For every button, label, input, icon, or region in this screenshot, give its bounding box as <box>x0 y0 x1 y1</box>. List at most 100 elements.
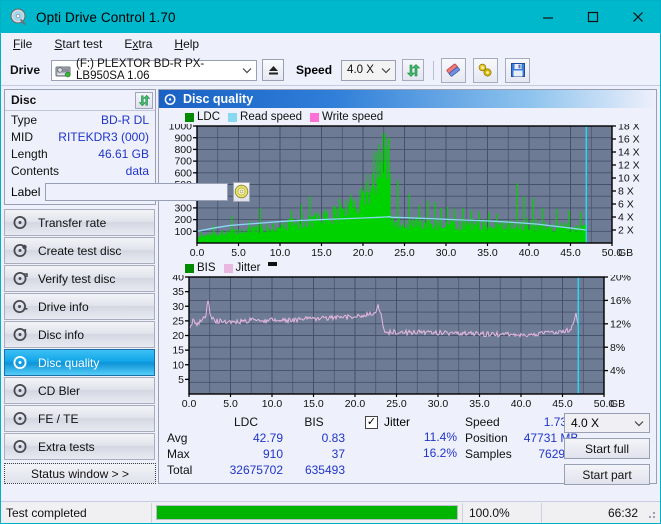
disc-contents-value: data <box>125 163 149 178</box>
svg-text:12%: 12% <box>610 318 631 330</box>
jitter-label: Jitter <box>384 415 411 429</box>
minimize-button[interactable] <box>525 1 570 33</box>
status-text: Test completed <box>6 505 87 520</box>
disc-type-key: Type <box>11 112 38 127</box>
legend-label: LDC <box>197 111 221 123</box>
app-icon <box>10 8 28 26</box>
legend-swatch <box>185 263 194 273</box>
disc-label-button[interactable] <box>233 181 251 202</box>
status-window-button[interactable]: Status window > > <box>4 463 156 484</box>
disc-label-key: Label <box>11 184 41 199</box>
erase-button[interactable] <box>441 57 467 83</box>
disc-test-icon <box>13 383 28 398</box>
sidebar-item-fe-te[interactable]: FE / TE <box>4 405 155 432</box>
position-row: Position 47731 MB <box>465 430 578 446</box>
speed-value: 4.0 X <box>347 64 374 76</box>
maximize-button[interactable] <box>570 1 615 33</box>
svg-text:20.0: 20.0 <box>353 247 374 259</box>
sidebar-item-extra-tests[interactable]: Extra tests <box>4 433 155 460</box>
legend-bis: BIS <box>185 262 216 274</box>
svg-text:0.0: 0.0 <box>190 247 205 259</box>
svg-text:45.0: 45.0 <box>552 398 573 410</box>
disc-panel-title: Disc <box>11 93 37 107</box>
disc-row-contents: Contents data <box>5 162 155 179</box>
close-button[interactable] <box>615 1 660 33</box>
svg-text:20.0: 20.0 <box>345 398 366 410</box>
samples-key: Samples <box>465 447 512 461</box>
main-content: Disc quality LDC Read speed Write speed … <box>158 86 660 487</box>
save-icon <box>510 62 526 78</box>
svg-text:0.0: 0.0 <box>182 398 197 410</box>
menu-extra[interactable]: Extra <box>121 36 155 52</box>
drive-select[interactable]: (F:) PLEXTOR BD-R PX-LB950SA 1.06 <box>51 58 258 82</box>
save-button[interactable] <box>505 57 531 83</box>
start-full-button[interactable]: Start full <box>564 438 650 459</box>
disc-panel-header: Disc <box>5 90 155 111</box>
eject-button[interactable] <box>262 59 285 81</box>
svg-text:2 X: 2 X <box>618 225 634 237</box>
position-key: Position <box>465 431 508 445</box>
resize-grip[interactable] <box>645 508 657 520</box>
eject-icon <box>267 64 280 77</box>
progress-cell <box>152 505 462 520</box>
stats-row-label: Max <box>167 447 190 461</box>
sidebar: Disc Type BD-R DL MID RITEKDR3 (000) Len… <box>1 86 251 487</box>
svg-text:8%: 8% <box>610 342 625 354</box>
action-column: 4.0 X Start full Start part <box>564 413 650 485</box>
svg-text:18 X: 18 X <box>618 124 640 133</box>
svg-text:5.0: 5.0 <box>223 398 238 410</box>
jitter-checkbox[interactable]: ✓ <box>365 415 378 429</box>
svg-text:15.0: 15.0 <box>303 398 324 410</box>
stats-col-ldc: LDC <box>233 415 258 429</box>
sidebar-nav: Transfer rate Create test disc Verify te… <box>3 209 156 460</box>
table-row: Max 910 37 <box>167 446 345 462</box>
refresh-button[interactable] <box>402 59 425 81</box>
legend-swatch <box>228 112 238 122</box>
progress-percent: 100.0% <box>469 505 510 520</box>
test-speed-select[interactable]: 4.0 X <box>564 413 650 433</box>
elapsed-time: 66:32 <box>607 505 638 520</box>
legend-jitter: Jitter <box>223 262 260 274</box>
svg-text:5: 5 <box>178 374 184 386</box>
sidebar-item-label: Create test disc <box>38 243 122 258</box>
stats-area: LDC BIS Avg 42.79 0.83 Max 910 37 Total … <box>159 410 656 485</box>
disc-label-input[interactable] <box>45 182 229 201</box>
status-window-label: Status window > > <box>30 466 130 481</box>
speed-select[interactable]: 4.0 X <box>341 59 397 81</box>
menu-file[interactable]: File <box>10 36 35 52</box>
panel-header: Disc quality <box>159 90 656 108</box>
svg-text:700: 700 <box>174 156 192 168</box>
sidebar-item-label: Disc quality <box>38 355 100 370</box>
disc-quality-panel: Disc quality LDC Read speed Write speed … <box>158 89 657 485</box>
stats-row-label: Total <box>167 463 193 477</box>
disc-mid-key: MID <box>11 129 33 144</box>
disc-refresh-button[interactable] <box>135 91 153 109</box>
bottom-chart[interactable]: 5 10 15 20 25 30 35 40 4% 8% 12% 16% 20% 0.0 5.0 10.0 15… <box>161 275 650 410</box>
sidebar-item-drive-info[interactable]: Drive info <box>4 293 155 320</box>
menu-bar: File Start test Extra Help <box>1 33 660 55</box>
sidebar-item-disc-quality[interactable]: Disc quality <box>4 349 155 376</box>
sidebar-item-create-test-disc[interactable]: Create test disc <box>4 237 155 264</box>
disc-row-length: Length 46.61 GB <box>5 145 155 162</box>
svg-text:10.0: 10.0 <box>270 247 291 259</box>
svg-text:4 X: 4 X <box>618 212 634 224</box>
disc-quality-icon <box>164 93 177 106</box>
disc-test-icon <box>13 411 28 426</box>
disc-length-key: Length <box>11 146 48 161</box>
svg-text:35.0: 35.0 <box>477 247 498 259</box>
sidebar-item-label: Extra tests <box>38 439 95 454</box>
panel-title: Disc quality <box>183 92 254 106</box>
chevron-down-icon <box>381 61 391 80</box>
sidebar-item-verify-test-disc[interactable]: Verify test disc <box>4 265 155 292</box>
sidebar-item-disc-info[interactable]: Disc info <box>4 321 155 348</box>
svg-text:20: 20 <box>172 330 184 342</box>
menu-start-test[interactable]: Start test <box>51 36 105 52</box>
sidebar-item-transfer-rate[interactable]: Transfer rate <box>4 209 155 236</box>
menu-help[interactable]: Help <box>171 36 202 52</box>
tools-button[interactable] <box>473 57 499 83</box>
svg-text:8 X: 8 X <box>618 186 634 198</box>
disc-test-icon <box>13 215 28 230</box>
sidebar-item-label: Transfer rate <box>38 215 107 230</box>
sidebar-item-cd-bler[interactable]: CD Bler <box>4 377 155 404</box>
start-part-button[interactable]: Start part <box>564 464 650 485</box>
